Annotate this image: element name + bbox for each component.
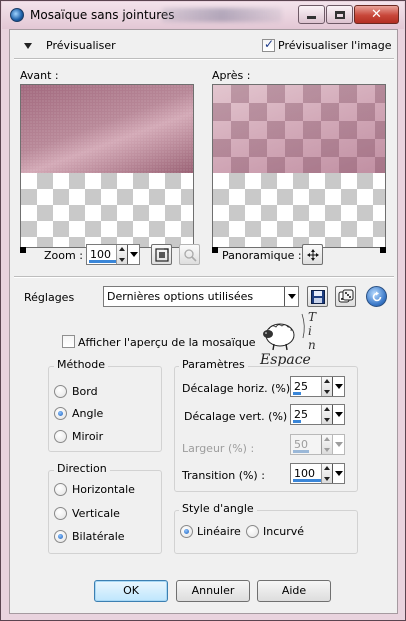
fit-window-icon <box>154 247 169 262</box>
divider <box>14 58 394 60</box>
vertical-offset-label: Décalage vert. (%) : <box>184 410 295 423</box>
close-icon: ✕ <box>371 7 382 22</box>
corner-radio-lineaire[interactable] <box>180 525 193 538</box>
reset-icon <box>372 291 381 301</box>
direction-label-bilaterale[interactable]: Bilatérale <box>72 530 125 543</box>
transition-spin-arrows[interactable] <box>321 464 332 483</box>
method-label-bord[interactable]: Bord <box>72 385 98 398</box>
zoom-disabled-icon <box>183 248 197 262</box>
after-label: Après : <box>212 69 251 82</box>
horizontal-offset-spin-arrows[interactable] <box>321 377 332 396</box>
method-label-miroir[interactable]: Miroir <box>72 430 103 443</box>
pan-label: Panoramique : <box>222 249 302 262</box>
width-dropdown-arrow <box>332 435 344 454</box>
corner-label-lineaire[interactable]: Linéaire <box>197 525 241 538</box>
maximize-icon <box>334 10 345 19</box>
direction-label-verticale[interactable]: Verticale <box>72 507 120 520</box>
app-icon[interactable] <box>10 8 24 22</box>
zoom-stepper[interactable]: 100 <box>86 244 140 265</box>
method-radio-angle[interactable] <box>54 407 67 420</box>
transition-label: Transition (%) : <box>182 469 265 482</box>
preview-image-label[interactable]: Prévisualiser l'image <box>278 39 391 52</box>
blurred-title-region <box>162 8 282 22</box>
corner-radio-incurve[interactable] <box>246 525 259 538</box>
vertical-offset-dropdown-arrow[interactable] <box>332 405 344 424</box>
horizontal-offset-label: Décalage horiz. (%) : <box>182 382 298 395</box>
corner-label-incurve[interactable]: Incurvé <box>263 525 304 538</box>
minimize-button[interactable] <box>298 5 325 24</box>
width-spin-arrows <box>321 435 332 454</box>
pan-move-icon <box>306 248 319 261</box>
horizontal-offset-stepper[interactable]: 25 <box>290 376 345 397</box>
dialog-window: Mosaïque sans jointures ✕ Prévisualiser … <box>0 0 406 621</box>
preview-collapse-icon[interactable] <box>24 43 32 49</box>
after-preview-image <box>213 85 385 173</box>
save-preset-button[interactable] <box>307 286 328 307</box>
parameters-group-title: Paramètres <box>179 358 248 371</box>
preview-corner-mark <box>212 247 218 253</box>
direction-radio-horizontale[interactable] <box>54 483 67 496</box>
ok-button[interactable]: OK <box>94 580 168 602</box>
before-label: Avant : <box>20 69 59 82</box>
horizontal-offset-dropdown-arrow[interactable] <box>332 377 344 396</box>
tile-preview-label[interactable]: Afficher l'aperçu de la mosaïque <box>78 336 256 349</box>
zoom-slider-bar[interactable] <box>89 260 117 263</box>
width-slider-bar <box>293 450 309 453</box>
method-group-title: Méthode <box>54 358 109 371</box>
transparency-checkerboard <box>213 173 385 247</box>
method-radio-miroir[interactable] <box>54 430 67 443</box>
direction-group-title: Direction <box>54 462 110 475</box>
save-icon <box>310 289 325 304</box>
zoom-dropdown-arrow[interactable] <box>127 245 139 264</box>
method-label-angle[interactable]: Angle <box>72 407 103 420</box>
direction-radio-bilaterale[interactable] <box>54 530 67 543</box>
title-bar[interactable]: Mosaïque sans jointures ✕ <box>2 2 404 29</box>
corner-style-group-title: Style d'angle <box>179 502 257 515</box>
after-preview-pane[interactable] <box>212 84 386 248</box>
close-button[interactable]: ✕ <box>354 5 399 24</box>
presets-label: Réglages <box>24 291 75 304</box>
zoom-label: Zoom : <box>44 249 83 262</box>
transition-stepper[interactable]: 100 <box>290 463 345 484</box>
divider <box>14 276 394 278</box>
before-preview-image <box>21 85 193 173</box>
presets-value: Dernières options utilisées <box>107 290 254 303</box>
help-button[interactable]: Aide <box>257 580 331 602</box>
method-radio-bord[interactable] <box>54 385 67 398</box>
direction-label-horizontale[interactable]: Horizontale <box>72 483 135 496</box>
zoom-reset-button[interactable] <box>179 244 200 265</box>
preview-toggle-label[interactable]: Prévisualiser <box>46 39 116 52</box>
randomize-dice-icon <box>338 289 353 302</box>
preview-corner-mark <box>20 247 26 253</box>
watermark-letters: Tin <box>308 310 317 352</box>
pan-button[interactable] <box>302 244 323 265</box>
preview-corner-mark <box>380 247 386 253</box>
width-label: Largeur (%) : <box>182 442 255 455</box>
vertical-offset-spin-arrows[interactable] <box>321 405 332 424</box>
before-preview-pane[interactable] <box>20 84 194 248</box>
tile-preview-checkbox[interactable] <box>62 335 75 348</box>
zoom-spin-arrows[interactable] <box>116 245 127 264</box>
preview-image-checkbox[interactable] <box>262 37 275 52</box>
transparency-checkerboard <box>21 173 193 247</box>
maximize-button[interactable] <box>326 5 353 24</box>
presets-dropdown[interactable]: Dernières options utilisées <box>103 286 299 307</box>
window-title: Mosaïque sans jointures <box>30 8 175 22</box>
width-stepper: 50 <box>290 434 345 455</box>
vertical-offset-stepper[interactable]: 25 <box>290 404 345 425</box>
zoom-fit-button[interactable] <box>151 244 172 265</box>
transition-dropdown-arrow[interactable] <box>332 464 344 483</box>
horizontal-offset-slider-bar[interactable] <box>293 392 301 395</box>
randomize-button[interactable] <box>335 286 356 307</box>
chevron-down-icon[interactable] <box>284 287 298 306</box>
reset-button[interactable] <box>366 286 387 307</box>
direction-radio-verticale[interactable] <box>54 507 67 520</box>
vertical-offset-slider-bar[interactable] <box>293 420 301 423</box>
dialog-client-area: Prévisualiser Prévisualiser l'image Avan… <box>9 29 398 614</box>
minimize-icon <box>307 16 316 19</box>
cancel-button[interactable]: Annuler <box>176 580 250 602</box>
